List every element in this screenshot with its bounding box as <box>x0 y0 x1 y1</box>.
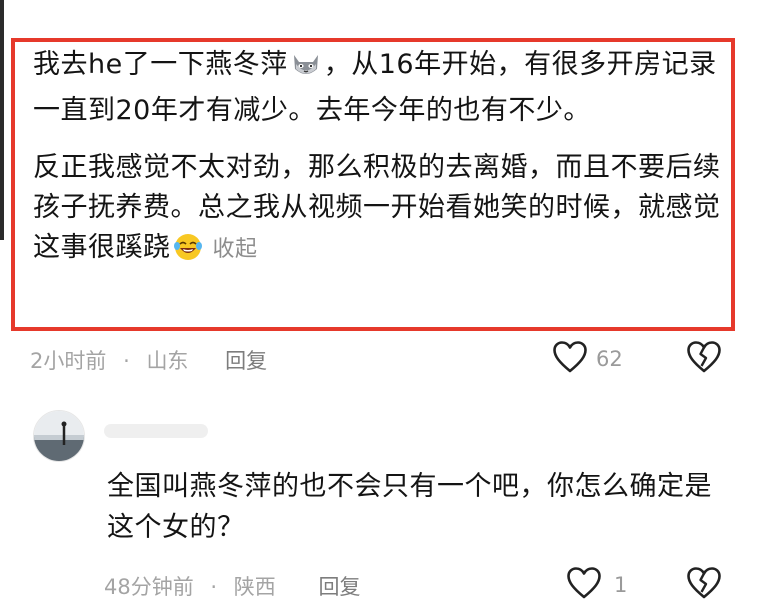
comment-1-text-part-c: 反正我感觉不太对劲，那么积极的去离婚，而且不要后续孩子抚养费。总之我从视频一开始… <box>33 152 721 263</box>
broken-heart-icon <box>686 567 722 604</box>
comment-1-location: 山东 <box>146 349 189 373</box>
comment-1-text-part-a: 我去he了一下燕冬萍 <box>33 49 288 80</box>
heart-outline-icon <box>566 566 602 604</box>
left-edge-sliver <box>0 0 4 240</box>
avatar-icon[interactable] <box>33 410 85 462</box>
broken-heart-icon <box>686 341 722 378</box>
heart-outline-icon <box>552 340 588 378</box>
username-placeholder <box>104 424 208 438</box>
comment-2-time: 48分钟前 <box>104 575 194 599</box>
comment-1-reply-button[interactable]: 回复 <box>225 345 267 375</box>
comment-2-dislike-button[interactable] <box>686 566 722 604</box>
comment-2-like-button[interactable]: 1 <box>566 566 627 604</box>
separator-dot: · <box>210 575 218 599</box>
comment-1-dislike-button[interactable] <box>686 340 722 378</box>
cat-emoji-icon <box>290 49 322 91</box>
comment-2-meta: 48分钟前 · 陕西 回复 <box>104 571 360 601</box>
separator-dot: · <box>123 349 130 373</box>
collapse-link[interactable]: 收起 <box>213 237 258 262</box>
comment-2-location: 陕西 <box>233 575 276 599</box>
comment-1-time: 2小时前 <box>30 349 107 373</box>
comment-2-reply-button[interactable]: 回复 <box>318 571 360 601</box>
comment-2-text: 全国叫燕冬萍的也不会只有一个吧，你怎么确定是这个女的？ <box>107 471 712 543</box>
comment-1-like-count: 62 <box>596 347 623 371</box>
comment-2-like-count: 1 <box>614 573 628 597</box>
comment-1-text: 我去he了一下燕冬萍 ，从16年开始，有很多开房记录一直到20年才有减少。去年今… <box>33 45 733 274</box>
laughing-tears-emoji-icon <box>173 232 203 274</box>
comment-1-like-button[interactable]: 62 <box>552 340 623 378</box>
comment-1-meta: 2小时前 · 山东 回复 <box>30 345 267 375</box>
